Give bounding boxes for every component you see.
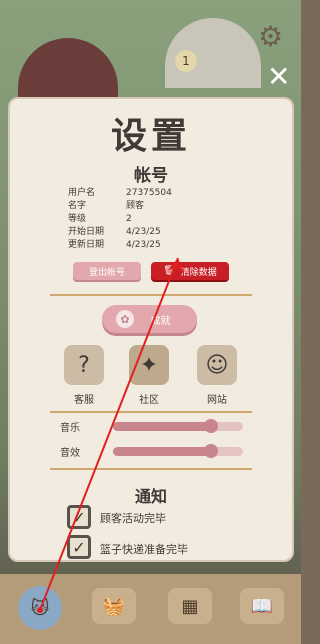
trash-icon: 🗑: [163, 266, 175, 276]
divider: [50, 468, 252, 470]
community-button[interactable]: ✦: [129, 345, 169, 385]
sfx-slider-fill: [113, 447, 211, 456]
clear-data-button[interactable]: 🗑 清除数据: [151, 262, 229, 280]
book-icon[interactable]: 📖: [240, 588, 284, 624]
divider: [50, 411, 252, 413]
music-slider[interactable]: [113, 419, 243, 433]
website-button[interactable]: ☺: [197, 345, 237, 385]
website-label: 网站: [207, 395, 227, 406]
checkmark-icon: ✓: [72, 537, 86, 557]
settings-panel: 设置 帐号 用户名 27375504 名字 顾客 等级 2 开始日期 4/23/25 更…: [8, 97, 294, 562]
notify-basket-checkbox[interactable]: ✓: [67, 535, 91, 559]
account-row: 名字 顾客: [68, 201, 145, 211]
music-label: 音乐: [60, 423, 80, 434]
checkmark-icon: ✓: [72, 507, 86, 527]
account-row: 用户名 27375504: [68, 188, 172, 198]
sfx-label: 音效: [60, 448, 80, 459]
account-row: 等级 2: [68, 214, 132, 224]
notify-customer-label: 顾客活动完毕: [100, 512, 166, 525]
notifications-heading: 通知: [134, 487, 167, 506]
rug-icon[interactable]: ▦: [168, 588, 212, 624]
page-title: 设置: [110, 116, 191, 157]
support-button[interactable]: ?: [64, 345, 104, 385]
ribbon-icon: ✿: [116, 310, 134, 328]
account-row: 更新日期 4/23/25: [68, 240, 161, 250]
community-icon: ✦: [139, 352, 159, 378]
basket-icon[interactable]: 🧺: [92, 588, 136, 624]
logout-button[interactable]: 登出帐号: [73, 262, 141, 280]
account-info: 用户名 27375504 名字 顾客 等级 2 开始日期 4/23/25 更新日期 4/2…: [68, 187, 172, 252]
divider: [50, 294, 252, 296]
sfx-slider-knob[interactable]: [203, 444, 218, 458]
music-slider-fill: [113, 422, 211, 431]
support-label: 客服: [74, 395, 94, 406]
sfx-slider[interactable]: [113, 444, 243, 458]
community-label: 社区: [139, 395, 159, 406]
achievements-button[interactable]: ✿ 成就: [102, 305, 197, 333]
star-sign-icon: 1: [175, 50, 197, 72]
question-icon: ?: [78, 352, 90, 378]
account-row: 开始日期 4/23/25: [68, 227, 161, 237]
cat-icon[interactable]: 🐱: [18, 586, 62, 630]
account-heading: 帐号: [134, 166, 168, 186]
close-icon[interactable]: ✕: [267, 63, 293, 91]
music-slider-knob[interactable]: [203, 419, 218, 433]
website-icon: ☺: [205, 352, 229, 378]
gear-icon[interactable]: ⚙: [258, 20, 283, 53]
notify-customer-checkbox[interactable]: ✓: [67, 505, 91, 529]
notify-basket-label: 篮子快递准备完毕: [100, 543, 188, 556]
